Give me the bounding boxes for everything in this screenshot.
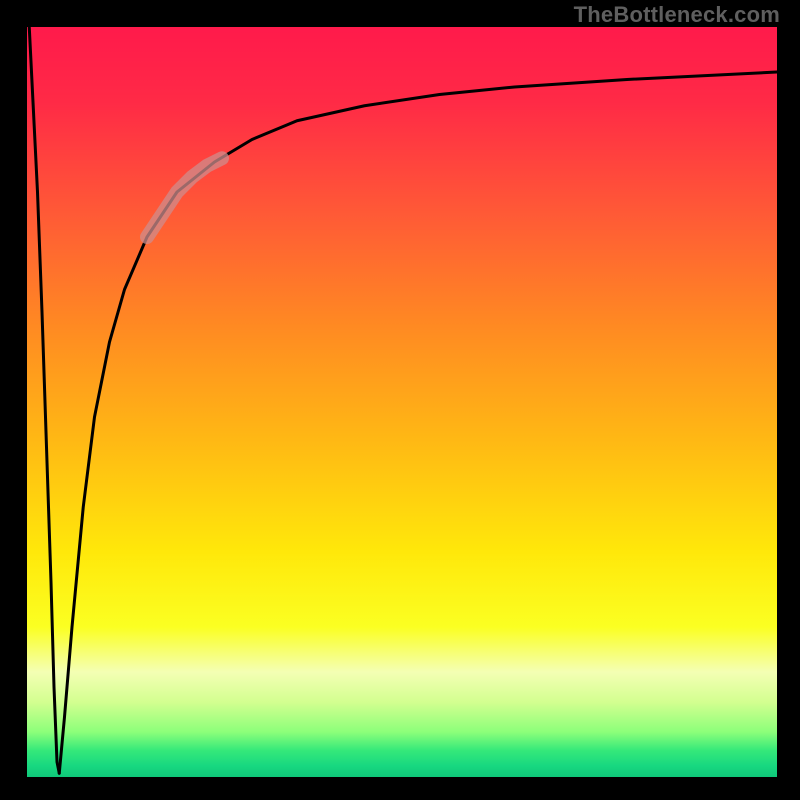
- watermark-text: TheBottleneck.com: [574, 2, 780, 28]
- curve-left-branch: [29, 27, 59, 773]
- curve-right-branch: [59, 72, 777, 773]
- chart-frame: TheBottleneck.com: [0, 0, 800, 800]
- curve-layer: [27, 27, 777, 777]
- curve-highlight-segment: [147, 158, 222, 237]
- plot-area: [27, 27, 777, 777]
